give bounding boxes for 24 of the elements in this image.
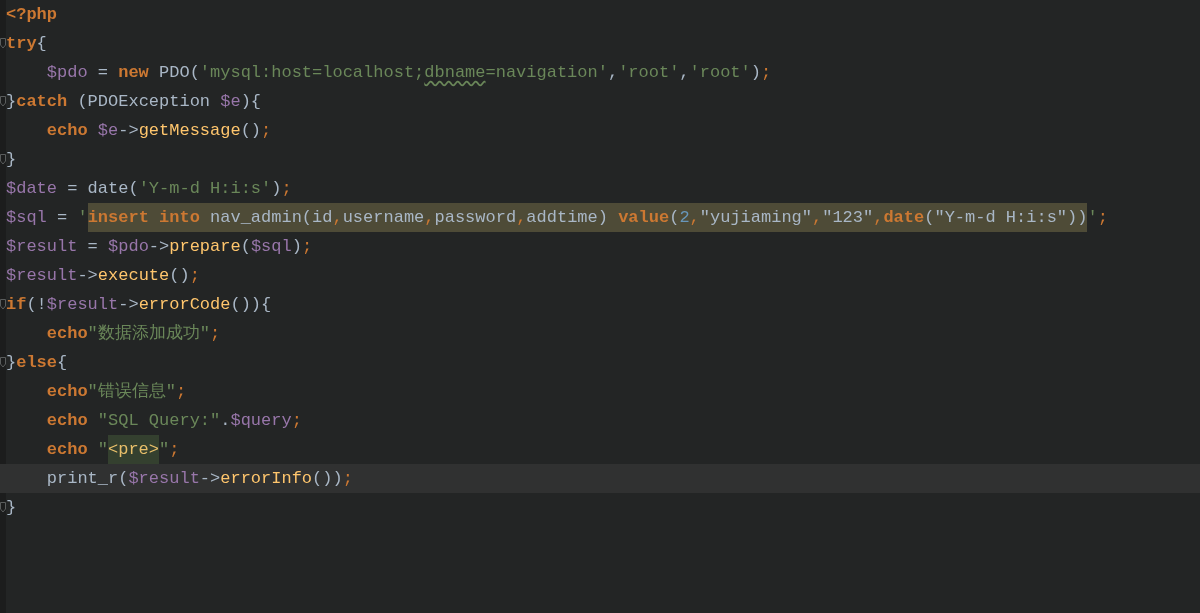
code-line: }: [6, 497, 17, 519]
code-line: $result = $pdo->prepare($sql);: [6, 236, 313, 258]
code-line: try{: [6, 33, 47, 55]
code-line: print_r($result->errorInfo());: [45, 468, 353, 490]
code-line: $sql = 'insert into nav_admin(id,username,password,addtime) value(2,"yujiaming","123",date("Y-m-d H:i:s"))';: [6, 203, 1108, 232]
code-line: $pdo = new PDO('mysql:host=localhost;dbname=navigation','root','root');: [45, 62, 772, 84]
code-line: $date = date('Y-m-d H:i:s');: [6, 178, 292, 200]
fold-marker-icon[interactable]: [0, 299, 6, 310]
code-line: echo $e->getMessage();: [45, 120, 272, 142]
fold-marker-icon[interactable]: [0, 357, 6, 368]
code-line: echo "SQL Query:".$query;: [45, 410, 302, 432]
code-line: }: [6, 149, 17, 171]
code-line: if(!$result->errorCode()){: [6, 294, 272, 316]
code-line: }else{: [6, 352, 68, 374]
fold-marker-icon[interactable]: [0, 154, 6, 165]
fold-marker-icon[interactable]: [0, 38, 6, 49]
code-line: echo"数据添加成功";: [45, 323, 221, 345]
code-line: echo"错误信息";: [45, 381, 187, 403]
fold-marker-icon[interactable]: [0, 96, 6, 107]
code-line: $result->execute();: [6, 265, 200, 287]
fold-marker-icon[interactable]: [0, 502, 6, 513]
code-line: echo "<pre>";: [6, 435, 180, 464]
code-line: }catch (PDOException $e){: [6, 91, 262, 113]
code-line: <?php: [6, 4, 57, 26]
